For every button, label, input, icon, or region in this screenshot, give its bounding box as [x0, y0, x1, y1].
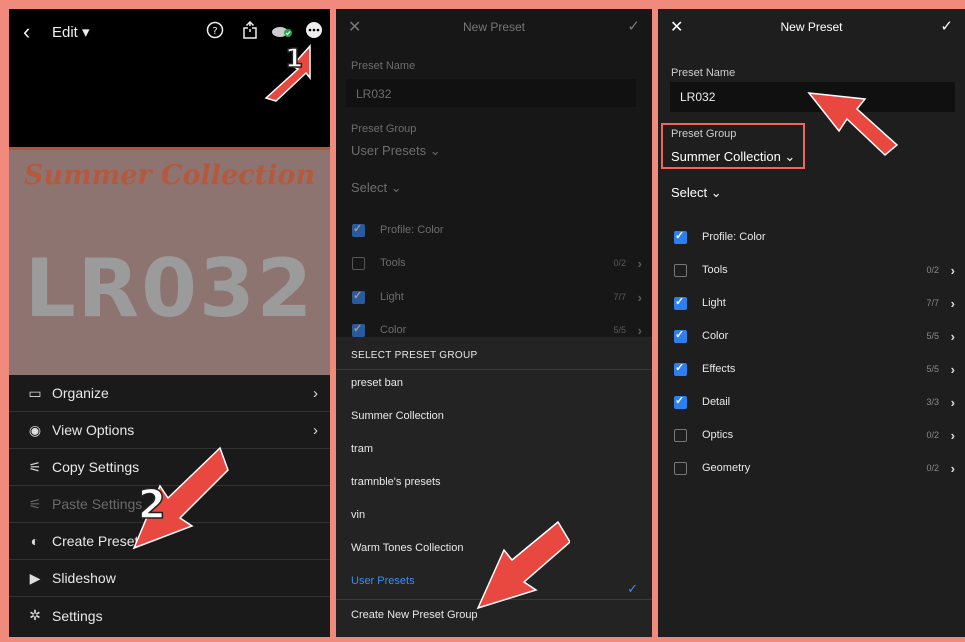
copy-settings-icon: ⚟ — [28, 458, 42, 475]
checkbox[interactable] — [674, 429, 687, 442]
view-options-icon: ◉ — [28, 421, 42, 438]
preset-header: ✕ New Preset ✓ — [336, 9, 652, 45]
preset-preview-photo: Summer Collection LR032 — [9, 147, 330, 375]
setting-row-optics[interactable]: Optics 0/2 › — [658, 426, 965, 448]
checkbox[interactable] — [674, 264, 687, 277]
checkbox[interactable] — [674, 229, 687, 244]
chevron-right-icon: › — [950, 395, 955, 410]
play-icon: ▶ — [29, 569, 41, 586]
group-option[interactable]: Summer Collection — [351, 410, 444, 422]
chevron-right-icon: › — [950, 263, 955, 278]
checkbox[interactable] — [352, 289, 365, 304]
setting-row-light[interactable]: Light 7/7 › — [336, 288, 652, 310]
checkbox[interactable] — [674, 394, 687, 409]
setting-row-profile-color[interactable]: Profile: Color — [336, 221, 652, 243]
checkbox[interactable] — [352, 222, 365, 237]
create-preset-icon: ◐ — [30, 533, 40, 549]
chevron-right-icon: › — [637, 323, 642, 338]
annotation-arrow-2 — [132, 446, 229, 550]
annotation-arrow-3 — [476, 520, 570, 610]
step-badge-2: 2 — [137, 481, 166, 529]
chevron-right-icon: › — [950, 329, 955, 344]
select-dropdown[interactable]: Select ⌄ — [671, 185, 722, 201]
menu-item-slideshow[interactable]: ▶ Slideshow — [9, 560, 330, 597]
group-option[interactable]: tram — [351, 443, 373, 455]
chevron-right-icon: › — [950, 428, 955, 443]
select-dropdown[interactable]: Select ⌄ — [351, 180, 402, 196]
setting-row-effects[interactable]: Effects 5/5 › — [658, 360, 965, 382]
setting-row-light[interactable]: Light 7/7 › — [658, 294, 965, 316]
group-option[interactable]: Warm Tones Collection — [351, 542, 464, 554]
preset-group-dropdown[interactable]: Summer Collection ⌄ — [671, 149, 795, 165]
group-option[interactable]: preset ban — [351, 377, 403, 389]
group-option[interactable]: vin — [351, 509, 365, 521]
menu-item-settings[interactable]: ✲ Settings — [9, 597, 330, 634]
confirm-icon[interactable]: ✓ — [627, 17, 640, 35]
checkbox[interactable] — [674, 328, 687, 343]
chevron-left-icon[interactable]: ‹ — [23, 19, 30, 45]
confirm-icon[interactable]: ✓ — [940, 17, 953, 35]
setting-row-geometry[interactable]: Geometry 0/2 › — [658, 459, 965, 481]
setting-row-profile-color[interactable]: Profile: Color — [658, 228, 965, 250]
checkbox[interactable] — [352, 322, 365, 337]
gear-icon: ✲ — [29, 607, 41, 623]
chevron-right-icon: › — [637, 256, 642, 271]
photo-code: LR032 — [24, 242, 315, 335]
menu-item-organize[interactable]: ▭ Organize › — [9, 375, 330, 412]
chevron-right-icon: › — [950, 362, 955, 377]
svg-text:?: ? — [212, 26, 217, 37]
annotation-arrow-4 — [807, 92, 899, 157]
setting-row-detail[interactable]: Detail 3/3 › — [658, 393, 965, 415]
edit-mode-dropdown[interactable]: Edit ▾ — [52, 23, 90, 41]
setting-row-tools[interactable]: Tools 0/2 › — [336, 254, 652, 276]
page-title: New Preset — [780, 20, 843, 34]
checkbox[interactable] — [674, 361, 687, 376]
chevron-right-icon: › — [313, 421, 318, 439]
chevron-right-icon: › — [950, 296, 955, 311]
preset-header: ✕ New Preset ✓ — [658, 9, 965, 45]
preset-group-label: Preset Group — [671, 128, 737, 140]
preset-name-input[interactable]: LR032 — [346, 79, 636, 107]
share-icon[interactable] — [241, 20, 259, 44]
checkbox[interactable] — [674, 462, 687, 475]
divider — [336, 369, 652, 370]
chevron-right-icon: › — [950, 461, 955, 476]
chevron-right-icon: › — [313, 384, 318, 402]
step-badge-1: 1 — [284, 43, 304, 75]
group-option-selected[interactable]: User Presets — [351, 575, 415, 587]
preset-group-dropdown[interactable]: User Presets ⌄ — [351, 143, 441, 159]
paste-settings-icon: ⚟ — [28, 495, 42, 512]
sheet-heading: SELECT PRESET GROUP — [351, 350, 478, 361]
chevron-right-icon: › — [637, 290, 642, 305]
checkmark-icon: ✓ — [627, 581, 638, 596]
group-option[interactable]: tramnble's presets — [351, 476, 441, 488]
preset-name-label: Preset Name — [351, 60, 416, 72]
setting-row-color[interactable]: Color 5/5 › — [658, 327, 965, 349]
checkbox[interactable] — [674, 295, 687, 310]
preset-name-label: Preset Name — [671, 67, 736, 79]
page-title: New Preset — [462, 20, 526, 34]
preset-group-label: Preset Group — [351, 123, 417, 135]
checkbox[interactable] — [352, 257, 365, 270]
setting-row-tools[interactable]: Tools 0/2 › — [658, 261, 965, 283]
folder-icon: ▭ — [28, 384, 42, 401]
help-circle-icon[interactable]: ? — [206, 21, 224, 44]
photo-title: Summer Collection — [23, 160, 316, 191]
